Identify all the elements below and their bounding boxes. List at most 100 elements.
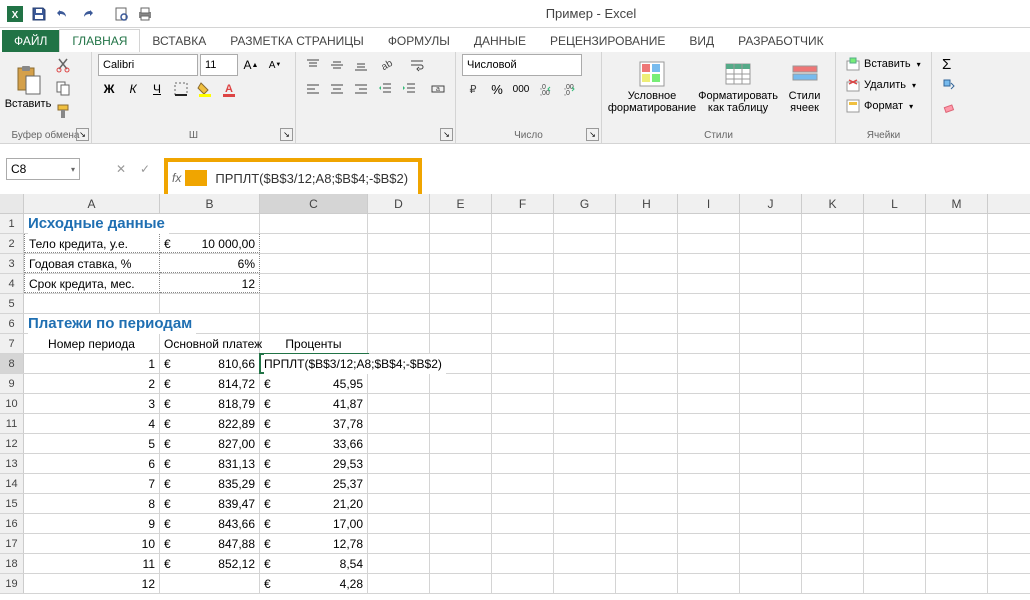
clear-icon[interactable] <box>938 96 970 116</box>
dialog-launcher-alignment[interactable]: ↘ <box>440 128 453 141</box>
cell-C18[interactable]: €8,54 <box>260 554 368 573</box>
cell-A3[interactable]: Годовая ставка, % <box>24 254 160 273</box>
cell[interactable] <box>554 234 616 253</box>
cell[interactable] <box>864 374 926 393</box>
fill-color-icon[interactable] <box>194 78 216 100</box>
col-header-J[interactable]: J <box>740 194 802 213</box>
cell[interactable] <box>864 554 926 573</box>
cell-A17[interactable]: 10 <box>24 534 160 553</box>
cell[interactable] <box>616 314 678 333</box>
row-header-16[interactable]: 16 <box>0 514 24 533</box>
cell[interactable] <box>616 574 678 593</box>
cell[interactable] <box>802 254 864 273</box>
tab-home[interactable]: ГЛАВНАЯ <box>59 29 140 52</box>
cell[interactable] <box>368 374 430 393</box>
cell[interactable] <box>740 414 802 433</box>
cell[interactable] <box>802 354 864 373</box>
tab-view[interactable]: ВИД <box>677 30 726 52</box>
cell[interactable] <box>802 474 864 493</box>
cell-B19[interactable] <box>160 574 260 593</box>
tab-data[interactable]: ДАННЫЕ <box>462 30 538 52</box>
cell-A2[interactable]: Тело кредита, у.е. <box>24 234 160 253</box>
cell[interactable] <box>802 454 864 473</box>
cell[interactable] <box>740 274 802 293</box>
cell[interactable] <box>616 294 678 313</box>
fx-icon[interactable]: fx <box>172 171 181 185</box>
border-icon[interactable] <box>170 78 192 100</box>
cell[interactable] <box>864 234 926 253</box>
cell[interactable] <box>678 334 740 353</box>
cell[interactable] <box>430 494 492 513</box>
bold-button[interactable]: Ж <box>98 78 120 100</box>
col-header-H[interactable]: H <box>616 194 678 213</box>
cell-C12[interactable]: €33,66 <box>260 434 368 453</box>
cell[interactable] <box>926 394 988 413</box>
cell[interactable] <box>368 314 430 333</box>
cell[interactable] <box>554 354 616 373</box>
row-header-3[interactable]: 3 <box>0 254 24 273</box>
cell[interactable] <box>802 394 864 413</box>
col-header-M[interactable]: M <box>926 194 988 213</box>
cell[interactable] <box>926 234 988 253</box>
copy-icon[interactable] <box>52 77 74 99</box>
cell-A7[interactable]: Номер периода <box>24 334 160 353</box>
cell-C10[interactable]: €41,87 <box>260 394 368 413</box>
col-header-E[interactable]: E <box>430 194 492 213</box>
cell[interactable] <box>430 254 492 273</box>
spreadsheet-grid[interactable]: ABCDEFGHIJKLM 1Исходные данные2Тело кред… <box>0 194 1030 600</box>
cell-B4[interactable]: 12 <box>160 274 260 293</box>
name-box[interactable]: C8 ▾ <box>6 158 80 180</box>
col-header-K[interactable]: K <box>802 194 864 213</box>
cell[interactable] <box>740 334 802 353</box>
cell[interactable] <box>430 574 492 593</box>
cell[interactable] <box>740 254 802 273</box>
cell-B2[interactable]: €10 000,00 <box>160 234 260 253</box>
number-format-select[interactable] <box>462 54 582 76</box>
row-header-11[interactable]: 11 <box>0 414 24 433</box>
cell-C15[interactable]: €21,20 <box>260 494 368 513</box>
cell[interactable] <box>678 554 740 573</box>
cell[interactable] <box>864 334 926 353</box>
cell[interactable] <box>616 434 678 453</box>
cell[interactable] <box>616 354 678 373</box>
cell[interactable] <box>926 254 988 273</box>
cell[interactable] <box>492 434 554 453</box>
cell[interactable] <box>554 314 616 333</box>
italic-button[interactable]: К <box>122 78 144 100</box>
cell[interactable] <box>368 214 430 233</box>
row-header-13[interactable]: 13 <box>0 454 24 473</box>
cell[interactable] <box>678 514 740 533</box>
autosum-icon[interactable]: Σ <box>938 54 970 74</box>
cell[interactable] <box>430 334 492 353</box>
cell[interactable] <box>864 354 926 373</box>
dialog-launcher-number[interactable]: ↘ <box>586 128 599 141</box>
cell[interactable] <box>492 534 554 553</box>
cell[interactable] <box>492 454 554 473</box>
cell[interactable] <box>740 474 802 493</box>
cell[interactable] <box>864 454 926 473</box>
cell[interactable] <box>802 554 864 573</box>
quick-print-icon[interactable] <box>134 3 156 25</box>
col-header-C[interactable]: C <box>260 194 368 213</box>
cell[interactable] <box>554 514 616 533</box>
cell[interactable] <box>554 374 616 393</box>
align-middle-icon[interactable] <box>326 54 348 76</box>
cell[interactable] <box>926 574 988 593</box>
cell-A1[interactable]: Исходные данные <box>24 214 160 233</box>
cell[interactable] <box>678 274 740 293</box>
cell[interactable] <box>864 274 926 293</box>
cell[interactable] <box>740 354 802 373</box>
tab-formulas[interactable]: ФОРМУЛЫ <box>376 30 462 52</box>
cell-B7[interactable]: Основной платеж <box>160 334 260 353</box>
col-header-F[interactable]: F <box>492 194 554 213</box>
cell[interactable] <box>430 294 492 313</box>
cut-icon[interactable] <box>52 54 74 76</box>
dialog-launcher-clipboard[interactable]: ↘ <box>76 128 89 141</box>
row-header-19[interactable]: 19 <box>0 574 24 593</box>
cell[interactable] <box>368 454 430 473</box>
cell-A6[interactable]: Платежи по периодам <box>24 314 160 333</box>
cell-A11[interactable]: 4 <box>24 414 160 433</box>
cell[interactable] <box>554 474 616 493</box>
font-color-icon[interactable]: A <box>218 78 240 100</box>
cell[interactable] <box>554 454 616 473</box>
